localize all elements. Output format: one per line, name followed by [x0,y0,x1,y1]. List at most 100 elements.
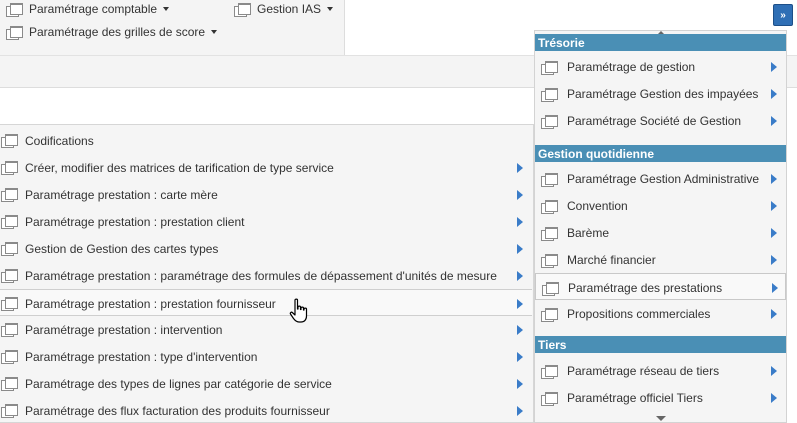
panel-item-propositions-commerciales[interactable]: Propositions commerciales [535,300,786,327]
menu-label: Gestion IAS [257,2,322,16]
panel-item-label: Paramétrage officiel Tiers [567,391,703,405]
panel-item-label: Paramétrage Société de Gestion [567,114,742,128]
window-icon [541,308,558,322]
window-icon [1,404,18,418]
overflow-menu-panel: Trésorie Paramétrage de gestion Paramétr… [534,30,787,423]
panel-item-label: Convention [567,199,628,213]
arrow-right-icon [771,366,777,376]
panel-item-parametrage-prestations[interactable]: Paramétrage des prestations [535,273,786,300]
panel-item-label: Paramétrage Gestion des impayées [567,87,759,101]
menu-parametrage-grilles-score[interactable]: Paramétrage des grilles de score [6,23,218,41]
arrow-right-icon [771,174,777,184]
window-icon [1,161,18,175]
submenu-item-label: Paramétrage des flux facturation des pro… [25,404,330,418]
window-icon [541,392,558,406]
arrow-right-icon [517,406,523,416]
arrow-right-icon [517,325,523,335]
arrow-right-icon [771,89,777,99]
arrow-right-icon [517,271,523,281]
window-icon [6,25,23,40]
panel-item-bareme[interactable]: Barème [535,219,786,246]
submenu-item-label: Paramétrage prestation : prestation four… [25,297,276,311]
panel-item-convention[interactable]: Convention [535,192,786,219]
triangle-down-icon [656,416,666,421]
panel-item-officiel-tiers[interactable]: Paramétrage officiel Tiers [535,384,786,411]
submenu-item-codifications[interactable]: Codifications [0,127,532,154]
overflow-menu-button[interactable]: » [773,4,793,26]
submenu-item-label: Codifications [25,134,94,148]
caret-down-icon [163,7,170,11]
menu-parametrage-comptable[interactable]: Paramétrage comptable [6,0,170,18]
submenu-item-label: Paramétrage prestation : paramétrage des… [25,269,497,283]
submenu-item-label: Paramétrage des types de lignes par caté… [25,377,332,391]
window-icon [541,61,558,75]
panel-item-label: Marché financier [567,253,656,267]
window-icon [541,254,558,268]
submenu-item-type-intervention[interactable]: Paramétrage prestation : type d'interven… [0,343,532,370]
arrow-right-icon [771,116,777,126]
window-icon [1,134,18,148]
window-icon [1,215,18,229]
submenu-item-carte-mere[interactable]: Paramétrage prestation : carte mère [0,181,532,208]
arrow-right-icon [771,201,777,211]
window-icon [542,282,559,296]
arrow-right-icon [517,352,523,362]
window-icon [1,377,18,391]
arrow-right-icon [517,244,523,254]
window-icon [541,173,558,187]
arrow-right-icon [517,163,523,173]
menu-label: Paramétrage des grilles de score [29,25,206,39]
submenu-item-label: Gestion de Gestion des cartes types [25,242,219,256]
panel-item-societe-gestion[interactable]: Paramétrage Société de Gestion [535,107,786,134]
panel-item-label: Barème [567,226,610,240]
submenu-item-cartes-types[interactable]: Gestion de Gestion des cartes types [0,235,532,262]
arrow-right-icon [771,309,777,319]
submenu-item-label: Paramétrage prestation : prestation clie… [25,215,245,229]
submenu-prestations: Codifications Créer, modifier des matric… [0,124,534,423]
arrow-right-icon [517,217,523,227]
scroll-down-button[interactable] [641,416,681,422]
window-icon [1,297,18,311]
submenu-item-types-lignes[interactable]: Paramétrage des types de lignes par caté… [0,370,532,397]
submenu-item-prestation-client[interactable]: Paramétrage prestation : prestation clie… [0,208,532,235]
window-icon [541,365,558,379]
submenu-item-formules-depassement[interactable]: Paramétrage prestation : paramétrage des… [0,262,532,289]
arrow-right-icon [771,228,777,238]
submenu-item-matrices-tarification[interactable]: Créer, modifier des matrices de tarifica… [0,154,532,181]
menu-label: Paramétrage comptable [29,2,158,16]
window-icon [1,242,18,256]
window-icon [541,200,558,214]
window-icon [6,2,23,17]
hand-cursor-icon [289,298,308,323]
submenu-item-prestation-fournisseur[interactable]: Paramétrage prestation : prestation four… [0,289,532,316]
section-header-tiers: Tiers [535,336,786,353]
arrow-right-icon [771,393,777,403]
section-header-gestion-quotidienne: Gestion quotidienne [535,145,786,162]
menu-gestion-ias[interactable]: Gestion IAS [234,0,334,18]
panel-item-label: Paramétrage des prestations [568,281,723,295]
panel-item-gestion-impayees[interactable]: Paramétrage Gestion des impayées [535,80,786,107]
panel-item-label: Paramétrage réseau de tiers [567,364,720,378]
window-icon [541,227,558,241]
window-icon [1,269,18,283]
caret-down-icon [327,7,334,11]
window-icon [541,88,558,102]
panel-item-parametrage-gestion[interactable]: Paramétrage de gestion [535,53,786,80]
window-icon [1,188,18,202]
window-icon [1,323,18,337]
arrow-right-icon [517,190,523,200]
arrow-right-icon [771,62,777,72]
panel-item-gestion-administrative[interactable]: Paramétrage Gestion Administrative [535,165,786,192]
submenu-item-intervention[interactable]: Paramétrage prestation : intervention [0,316,532,343]
submenu-item-flux-facturation[interactable]: Paramétrage des flux facturation des pro… [0,397,532,423]
window-icon [234,2,251,17]
arrow-right-icon [517,299,523,309]
arrow-right-icon [517,379,523,389]
arrow-right-icon [771,255,777,265]
panel-item-label: Paramétrage de gestion [567,60,696,74]
top-toolbar: Paramétrage comptable Gestion IAS Paramé… [0,0,345,55]
arrow-right-icon [772,283,778,293]
panel-item-reseau-tiers[interactable]: Paramétrage réseau de tiers [535,357,786,384]
submenu-item-label: Paramétrage prestation : carte mère [25,188,218,202]
panel-item-marche-financier[interactable]: Marché financier [535,246,786,273]
